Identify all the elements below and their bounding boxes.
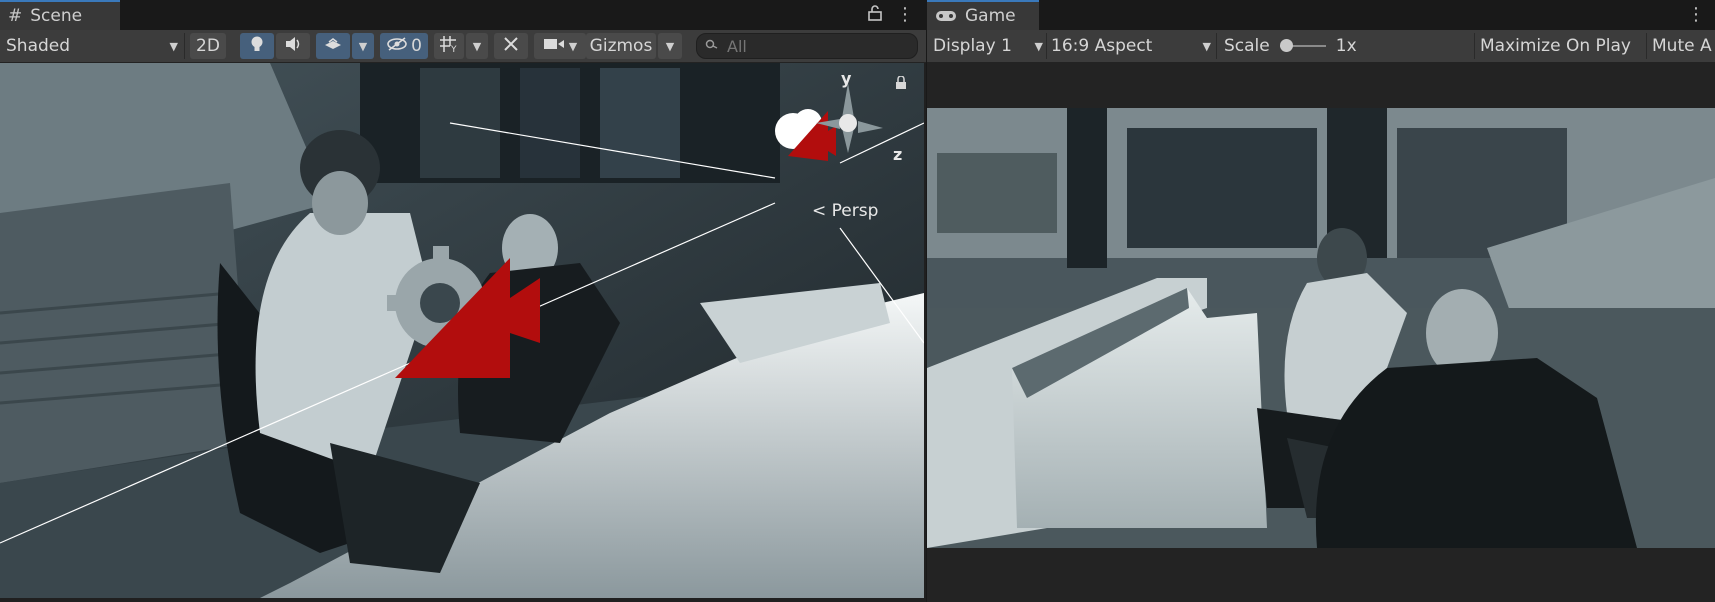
game-viewport[interactable] bbox=[927, 63, 1715, 602]
scene-tab-tools: ⋮ bbox=[868, 0, 914, 30]
gizmos-label: Gizmos bbox=[589, 36, 653, 56]
gamepad-icon bbox=[935, 9, 957, 23]
scene-viewport[interactable]: y z < Persp bbox=[0, 63, 924, 598]
game-toolbar: Display 1 ▼ 16:9 Aspect ▼ Scale 1x Maxim… bbox=[927, 30, 1715, 63]
gizmos-dropdown-arrow[interactable]: ▼ bbox=[658, 33, 682, 59]
effects-dropdown-arrow[interactable]: ▼ bbox=[352, 33, 374, 59]
scene-visibility-button[interactable]: 0 bbox=[380, 33, 428, 59]
game-tab-tools: ⋮ bbox=[1687, 0, 1705, 30]
chevron-down-icon: ▼ bbox=[1034, 39, 1043, 53]
video-camera-icon bbox=[543, 36, 565, 56]
camera-settings-button[interactable]: ▼ bbox=[534, 33, 586, 59]
gizmos-button[interactable]: Gizmos bbox=[586, 33, 656, 59]
camera-gizmo-icon[interactable] bbox=[365, 238, 565, 408]
2d-toggle-label: 2D bbox=[196, 36, 220, 56]
chevron-down-icon: ▼ bbox=[1202, 39, 1211, 53]
speaker-icon bbox=[284, 36, 302, 57]
lock-icon[interactable] bbox=[895, 75, 907, 95]
lightbulb-icon bbox=[249, 35, 265, 58]
draw-mode-dropdown[interactable]: Shaded ▼ bbox=[6, 33, 178, 59]
mute-audio-button[interactable]: Mute A bbox=[1652, 33, 1715, 59]
scale-slider[interactable] bbox=[1279, 39, 1326, 53]
tab-scene-label: Scene bbox=[30, 6, 83, 26]
aspect-value: 16:9 Aspect bbox=[1051, 36, 1153, 56]
effects-toggle-button[interactable] bbox=[316, 33, 350, 59]
toolbar-divider bbox=[1046, 33, 1047, 59]
audio-toggle-button[interactable] bbox=[276, 33, 310, 59]
chevron-down-icon: ▼ bbox=[169, 39, 178, 53]
scale-control: Scale 1x bbox=[1224, 33, 1384, 59]
kebab-menu-icon[interactable]: ⋮ bbox=[896, 6, 914, 24]
tools-button[interactable] bbox=[494, 33, 528, 59]
axis-z-label: z bbox=[893, 145, 903, 164]
chevron-down-icon: ▼ bbox=[472, 39, 482, 53]
tools-wrench-icon bbox=[502, 35, 520, 58]
aspect-dropdown[interactable]: 16:9 Aspect ▼ bbox=[1051, 33, 1211, 59]
lock-icon[interactable] bbox=[868, 4, 882, 26]
chevron-down-icon: ▼ bbox=[358, 39, 368, 53]
maximize-on-play-label: Maximize On Play bbox=[1480, 36, 1631, 56]
maximize-on-play-button[interactable]: Maximize On Play bbox=[1480, 33, 1642, 59]
grid-toggle-button[interactable]: Y bbox=[434, 33, 464, 59]
scale-label: Scale bbox=[1224, 36, 1270, 56]
toolbar-divider bbox=[1216, 33, 1217, 59]
scale-value: 1x bbox=[1335, 36, 1357, 56]
hidden-count: 0 bbox=[411, 36, 422, 56]
draw-mode-value: Shaded bbox=[6, 36, 71, 56]
tab-scene[interactable]: # Scene bbox=[0, 0, 120, 30]
display-dropdown[interactable]: Display 1 ▼ bbox=[933, 33, 1043, 59]
scene-search-input[interactable] bbox=[725, 35, 919, 57]
display-value: Display 1 bbox=[933, 36, 1012, 56]
toolbar-divider bbox=[1474, 33, 1475, 59]
scene-toolbar: Shaded ▼ 2D ▼ 0 Y ▼ ▼ Gizmos ▼ All bbox=[0, 30, 926, 63]
scale-slider-thumb[interactable] bbox=[1279, 39, 1293, 52]
scene-tabbar: # Scene ⋮ bbox=[0, 0, 926, 30]
2d-toggle-button[interactable]: 2D bbox=[190, 33, 226, 59]
eye-hidden-icon bbox=[386, 36, 408, 56]
game-render bbox=[927, 108, 1715, 548]
axis-y-label: y bbox=[841, 69, 852, 88]
tab-game[interactable]: Game bbox=[927, 0, 1039, 30]
game-panel: Game ⋮ Display 1 ▼ 16:9 Aspect ▼ Scale 1… bbox=[927, 0, 1715, 602]
mute-audio-label: Mute A bbox=[1652, 36, 1712, 56]
toolbar-divider bbox=[184, 33, 185, 59]
scene-search-field[interactable] bbox=[696, 33, 919, 59]
tab-game-label: Game bbox=[965, 6, 1016, 26]
search-icon bbox=[705, 36, 719, 56]
chevron-down-icon: ▼ bbox=[665, 39, 675, 53]
grid-hash-icon: # bbox=[8, 6, 23, 26]
grid-icon: Y bbox=[439, 35, 459, 58]
game-tabbar: Game ⋮ bbox=[927, 0, 1715, 30]
lighting-toggle-button[interactable] bbox=[240, 33, 274, 59]
svg-text:Y: Y bbox=[450, 45, 457, 53]
grid-dropdown-arrow[interactable]: ▼ bbox=[466, 33, 488, 59]
kebab-menu-icon[interactable]: ⋮ bbox=[1687, 6, 1705, 24]
projection-label[interactable]: < Persp bbox=[812, 201, 878, 221]
game-render-image bbox=[927, 108, 1715, 548]
effects-layers-icon bbox=[323, 36, 343, 57]
toolbar-divider bbox=[1646, 33, 1647, 59]
scene-panel: # Scene ⋮ Shaded ▼ 2D ▼ 0 Y ▼ ▼ Gizmos ▼… bbox=[0, 0, 926, 602]
chevron-down-icon: ▼ bbox=[568, 39, 578, 53]
